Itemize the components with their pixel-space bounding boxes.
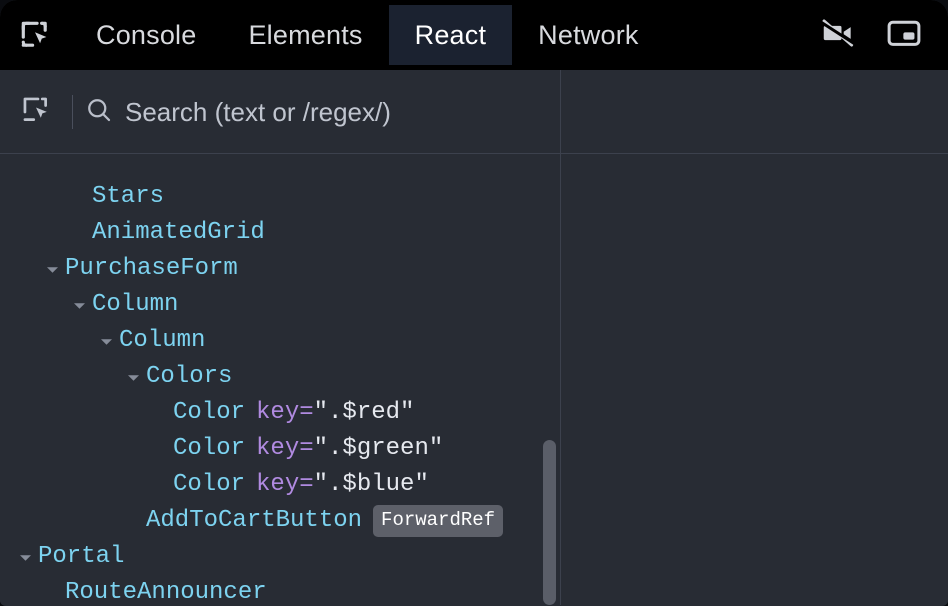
component-name: AddToCartButton (146, 503, 362, 539)
component-name: AnimatedGrid (92, 215, 265, 251)
component-name: PurchaseForm (65, 251, 238, 287)
tree-arrow-placeholder (70, 154, 88, 179)
tree-row[interactable]: RouteAnnouncer (0, 575, 560, 605)
tree-scrollbar-track[interactable] (543, 154, 557, 605)
tree-arrow-placeholder (124, 503, 142, 539)
component-name: Color (173, 395, 245, 431)
component-prop-key: key= (256, 395, 314, 431)
component-tree-panel[interactable]: StarsAnimatedGridPurchaseFormColumnColum… (0, 154, 561, 605)
search-icon (84, 95, 114, 130)
tree-arrow-placeholder (151, 467, 169, 503)
component-prop-value: ".$red" (314, 395, 415, 431)
component-prop-value: ".$blue" (314, 467, 429, 503)
search-right-section (561, 70, 948, 154)
component-name: Colors (146, 359, 232, 395)
react-devtools-window: Console Elements React Network (0, 0, 948, 606)
tree-arrow-placeholder (43, 575, 61, 605)
component-type-badge: ForwardRef (373, 505, 503, 537)
tree-row[interactable]: Colors (0, 359, 560, 395)
component-name: Column (92, 287, 178, 323)
tree-row[interactable] (0, 154, 560, 179)
devtools-search-row (0, 70, 948, 154)
chevron-down-icon[interactable] (97, 323, 115, 359)
chevron-down-icon[interactable] (124, 359, 142, 395)
inspect-element-icon (17, 17, 53, 53)
tab-console[interactable]: Console (70, 5, 222, 65)
inspect-element-button[interactable] (0, 0, 70, 70)
devtools-tab-list: Console Elements React Network (70, 0, 816, 70)
component-tree-rows: StarsAnimatedGridPurchaseFormColumnColum… (0, 154, 560, 605)
component-name: Stars (92, 179, 164, 215)
tree-scrollbar-thumb[interactable] (543, 440, 556, 605)
chevron-down-icon[interactable] (70, 287, 88, 323)
camera-off-icon (819, 14, 857, 57)
tree-row[interactable]: AnimatedGrid (0, 215, 560, 251)
chevron-down-icon[interactable] (43, 251, 61, 287)
camera-off-button[interactable] (816, 13, 860, 57)
component-name: Portal (38, 539, 124, 575)
devtools-tabbar: Console Elements React Network (0, 0, 948, 70)
devtools-panels: StarsAnimatedGridPurchaseFormColumnColum… (0, 154, 948, 605)
tree-arrow-placeholder (151, 431, 169, 467)
tree-row[interactable]: Color key=".$green" (0, 431, 560, 467)
tabbar-actions (816, 0, 948, 70)
component-props-panel[interactable] (561, 154, 948, 605)
tree-row[interactable]: Column (0, 323, 560, 359)
tree-row[interactable]: Portal (0, 539, 560, 575)
tree-row[interactable]: Color key=".$blue" (0, 467, 560, 503)
component-name: RouteAnnouncer (65, 575, 267, 605)
tree-row[interactable]: Column (0, 287, 560, 323)
tab-network[interactable]: Network (512, 5, 664, 65)
component-name: Color (173, 431, 245, 467)
chevron-down-icon[interactable] (16, 539, 34, 575)
search-left-section (0, 70, 561, 154)
picture-in-picture-button[interactable] (882, 13, 926, 57)
select-element-button[interactable] (0, 93, 72, 132)
search-input[interactable] (125, 92, 560, 132)
tab-react[interactable]: React (389, 5, 513, 65)
component-prop-key: key= (256, 431, 314, 467)
component-name: Color (173, 467, 245, 503)
component-name: Column (119, 323, 205, 359)
select-element-icon (19, 93, 53, 132)
tree-arrow-placeholder (70, 179, 88, 215)
tree-row[interactable]: Stars (0, 179, 560, 215)
tree-arrow-placeholder (151, 395, 169, 431)
tree-row[interactable]: Color key=".$red" (0, 395, 560, 431)
picture-in-picture-icon (885, 14, 923, 57)
search-icon-wrapper (73, 95, 125, 130)
tree-row[interactable]: PurchaseForm (0, 251, 560, 287)
tab-elements[interactable]: Elements (222, 5, 388, 65)
tree-row[interactable]: AddToCartButton ForwardRef (0, 503, 560, 539)
component-prop-value: ".$green" (314, 431, 444, 467)
tree-arrow-placeholder (70, 215, 88, 251)
component-prop-key: key= (256, 467, 314, 503)
